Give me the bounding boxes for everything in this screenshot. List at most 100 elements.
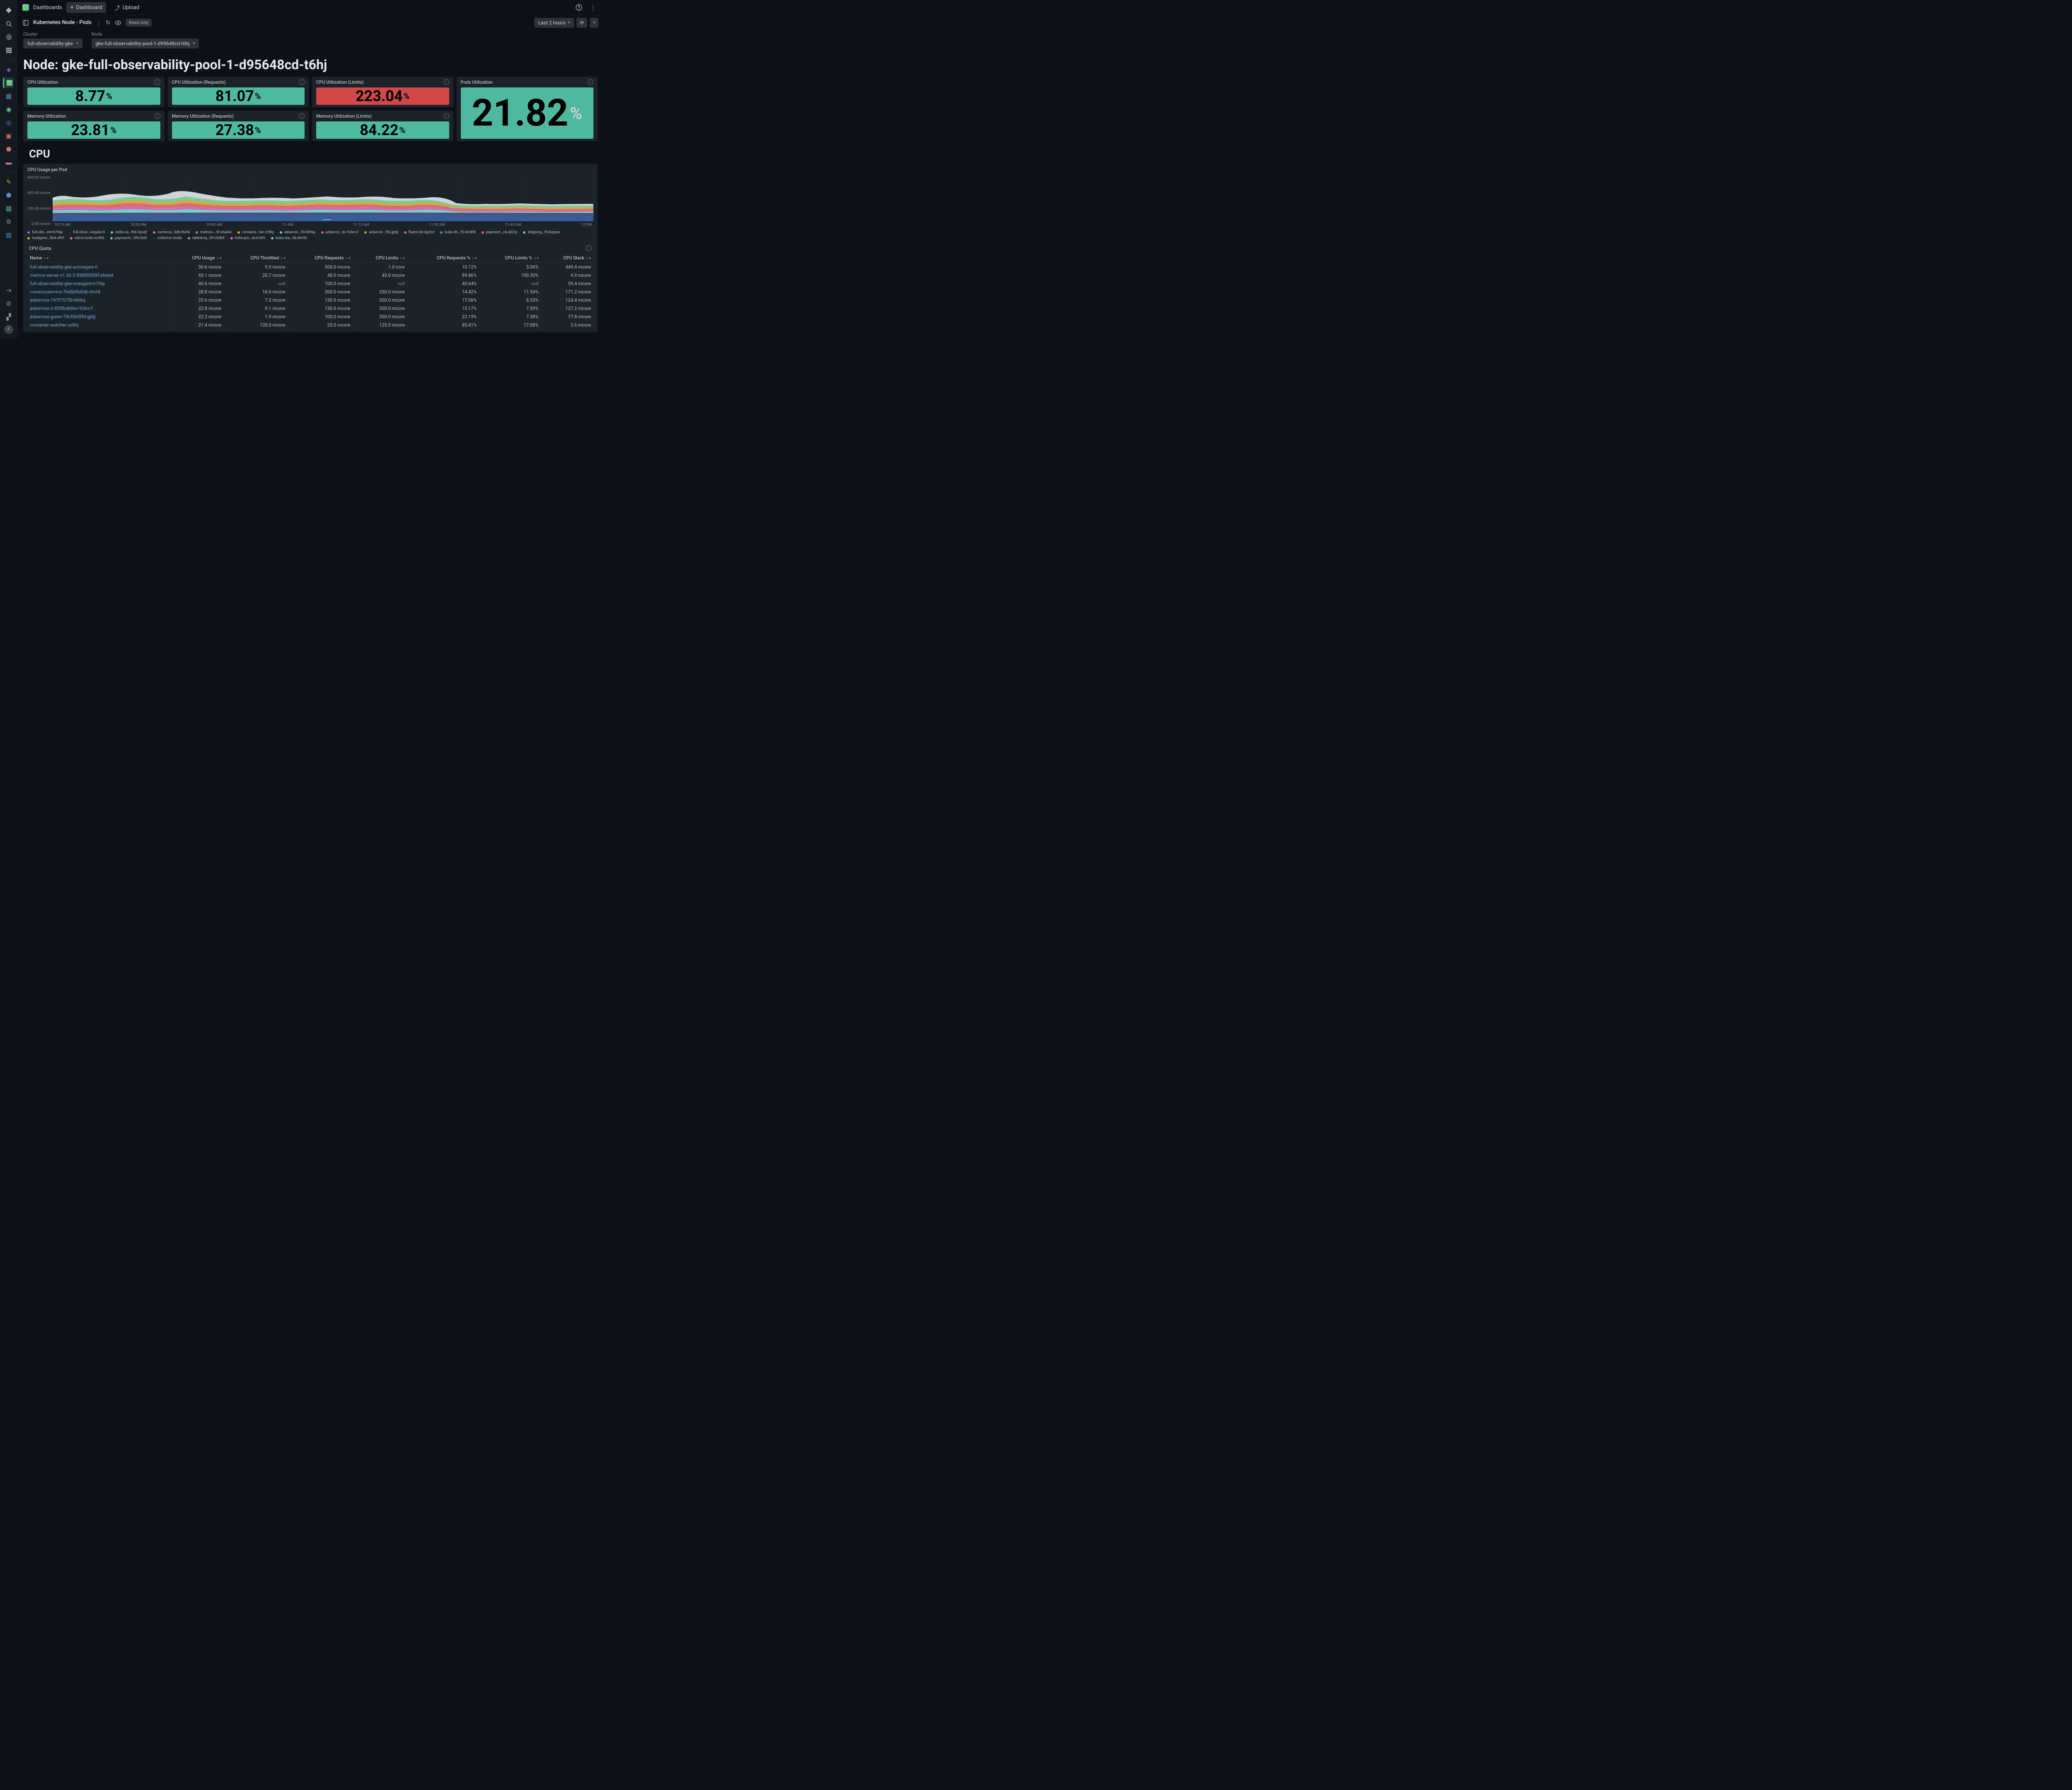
pod-name[interactable]: full-observability-gke-activegate-0 [27, 263, 169, 271]
refresh-dropdown[interactable]: ▾ [590, 18, 598, 28]
info-icon[interactable]: i [155, 113, 160, 119]
nav-tool-icon[interactable]: ✎ [3, 177, 14, 187]
column-header[interactable]: CPU Usage ▾ ▾ [169, 254, 224, 263]
timerange-selector[interactable]: Last 2 hours▾ [534, 18, 574, 28]
nav-cube-icon[interactable]: ◈ [3, 64, 14, 75]
nav-book-icon[interactable]: ▬ [3, 157, 14, 168]
table-row[interactable]: full-observability-gke-oneagent-h7f4p40.… [27, 279, 593, 288]
nav-dashboards-icon[interactable] [3, 77, 14, 88]
pod-name[interactable]: adservice-2-85ffbd686c-92km7 [27, 304, 169, 312]
settings-icon[interactable]: ⚙ [3, 298, 14, 309]
legend-item[interactable]: fluent-bit-4g2zd [404, 230, 435, 235]
table-row[interactable]: adservice-747f75759-l6h6q25.6 mcore7.3 m… [27, 296, 593, 304]
info-icon[interactable]: i [299, 79, 305, 85]
nav-globe-icon[interactable]: ◉ [3, 104, 14, 115]
home-icon[interactable] [22, 4, 29, 11]
column-header[interactable]: Name ▾ ▾ [27, 254, 169, 263]
sync-icon[interactable]: ↻ [106, 19, 111, 26]
nav-box-icon[interactable]: ▧ [3, 203, 14, 214]
cell: 11.54% [479, 288, 541, 296]
column-header[interactable]: CPU Limits % ▾ ▾ [479, 254, 541, 263]
upload-button[interactable]: ⤴Upload [110, 2, 143, 14]
info-icon[interactable]: i [586, 245, 592, 251]
node-selector[interactable]: gke-full-observability-pool-1-d95648cd-t… [92, 39, 199, 48]
new-dashboard-button[interactable]: +Dashboard [66, 2, 107, 13]
target-icon[interactable] [3, 31, 14, 42]
logo-icon[interactable] [3, 5, 14, 16]
card-title: CPU Utilization [27, 80, 58, 85]
nav-warning-icon[interactable]: ⬣ [3, 144, 14, 155]
legend-item[interactable]: kube-pro…8cd-t6hi [230, 236, 266, 240]
cpu-usage-chart[interactable] [53, 175, 593, 221]
breadcrumb-dashboards[interactable]: Dashboards [33, 5, 62, 11]
nav-monitor-icon[interactable]: ◎ [3, 117, 14, 128]
expand-sidebar-icon[interactable]: ⇥ [3, 285, 14, 296]
refresh-button[interactable]: ⟳ [576, 18, 587, 28]
legend-item[interactable]: ndcsi-node-mvfb6 [70, 236, 104, 240]
legend-item[interactable]: kube-sta…56-dtv96 [271, 236, 307, 240]
user-avatar[interactable]: F [4, 325, 13, 334]
metric-value: 223.04 [356, 87, 403, 105]
metric-card: Memory Utilization (Limits)i 84.22% [312, 111, 453, 141]
pod-name[interactable]: currencyservice-7bd8d5d5db-tbvf4 [27, 288, 169, 296]
search-icon[interactable] [3, 18, 14, 29]
cell: 22.15% [407, 312, 479, 321]
legend-item[interactable]: adservic…ffd-gjldj [364, 230, 398, 235]
column-header[interactable]: CPU Slack ▾ ▾ [541, 254, 593, 263]
nav-gear-icon[interactable]: ⚙ [3, 216, 14, 227]
cluster-selector[interactable]: full-observability-gke▾ [23, 39, 82, 48]
legend-item[interactable]: payments…5f6-6ixlt [110, 236, 147, 240]
info-icon[interactable]: i [299, 113, 305, 119]
metric-value: 23.81 [71, 121, 109, 139]
info-icon[interactable]: i [155, 79, 160, 85]
table-row[interactable]: adservice-2-85ffbd686c-92km722.8 mcore9.… [27, 304, 593, 312]
column-header[interactable]: CPU Requests ▾ ▾ [288, 254, 353, 263]
info-icon[interactable]: i [443, 113, 449, 119]
pod-name[interactable]: metrics-server-v1.30.3-5988ffd59f-z6wb4 [27, 271, 169, 279]
metric-card: CPU Utilization (Limits)i 223.04% [312, 77, 453, 107]
nav-alert-icon[interactable]: ▣ [3, 131, 14, 141]
legend-dot [153, 237, 155, 239]
legend-item[interactable]: currency…5db-tbvf4 [153, 230, 190, 235]
pod-name[interactable]: container-watcher-zz8lq [27, 321, 169, 329]
legend-item[interactable]: collector-sinda [153, 236, 182, 240]
legend-item[interactable]: adservic…6c-92km7 [321, 230, 359, 235]
info-icon[interactable]: i [443, 79, 449, 85]
legend-item[interactable]: containe…her-zz8lq [237, 230, 274, 235]
table-row[interactable]: adservice-green-79cf665ffd-gjldj22.2 mco… [27, 312, 593, 321]
legend-item[interactable]: adservic…59-l6h6q [280, 230, 315, 235]
nav-chart-icon[interactable]: ▤ [3, 230, 14, 240]
legend-item[interactable]: rabbitmq…89-2td84 [188, 236, 225, 240]
pod-name[interactable]: adservice-747f75759-l6h6q [27, 296, 169, 304]
help-icon[interactable] [574, 2, 584, 13]
table-row[interactable]: metrics-server-v1.30.3-5988ffd59f-z6wb44… [27, 271, 593, 279]
info-icon[interactable]: i [588, 79, 593, 85]
pod-name[interactable]: full-observability-gke-oneagent-h7f4p [27, 279, 169, 288]
apps-icon[interactable] [3, 45, 14, 56]
table-row[interactable]: full-observability-gke-activegate-050.6 … [27, 263, 593, 271]
legend-item[interactable]: shipping…f5-6qnpw [523, 230, 560, 235]
legend-item[interactable]: full-obse…ivegate-0 [68, 230, 105, 235]
legend-dot [523, 231, 525, 234]
visibility-icon[interactable] [115, 20, 121, 25]
legend-item[interactable]: full-obs…ent-h7f4p [27, 230, 63, 235]
pod-name[interactable]: adservice-green-79cf665ffd-gjldj [27, 312, 169, 321]
table-row[interactable]: container-watcher-zz8lq21.4 mcore135.0 m… [27, 321, 593, 329]
column-header[interactable]: CPU Throttled ▾ ▾ [224, 254, 288, 263]
legend-item[interactable]: metrics-…9f-z6wb4 [196, 230, 232, 235]
nav-grid-icon[interactable]: ▦ [3, 91, 14, 102]
column-header[interactable]: CPU Limits ▾ ▾ [353, 254, 407, 263]
column-header[interactable]: CPU Requests % ▾ ▾ [407, 254, 479, 263]
legend-item[interactable]: loadgene…5b4-xflvf [27, 236, 64, 240]
nav-hex-icon[interactable]: ⬢ [3, 190, 14, 201]
panel-icon[interactable] [22, 19, 29, 26]
legend-item[interactable]: redis-ca…fbb-2psqf [111, 230, 147, 235]
legend-item[interactable]: payment…c6-4j57p [482, 230, 517, 235]
legend-item[interactable]: kube-dn…f5-4m8f8 [440, 230, 476, 235]
analytics-icon[interactable]: ▞ [3, 312, 14, 322]
cell: null [224, 279, 288, 288]
more-icon[interactable]: ⋮ [588, 2, 598, 13]
cell: 300.0 mcore [353, 296, 407, 304]
kebab-icon[interactable]: ⋮ [96, 19, 102, 26]
table-row[interactable]: currencyservice-7bd8d5d5db-tbvf428.8 mco… [27, 288, 593, 296]
